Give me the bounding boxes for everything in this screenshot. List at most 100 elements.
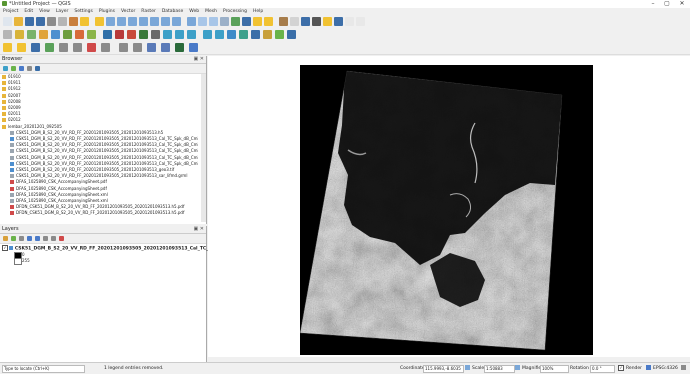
- annotation-icon[interactable]: [345, 17, 354, 26]
- new-project-icon[interactable]: [3, 17, 12, 26]
- collapse-all-icon[interactable]: [27, 66, 32, 71]
- zoom-native-icon[interactable]: [128, 17, 137, 26]
- plugin-icon[interactable]: [263, 30, 272, 39]
- menu-view[interactable]: View: [36, 8, 53, 15]
- cut-feature-icon[interactable]: [101, 43, 110, 52]
- add-feature-icon[interactable]: [45, 43, 54, 52]
- menu-database[interactable]: Database: [159, 8, 186, 15]
- browser-item[interactable]: 02008: [2, 99, 21, 104]
- vertex-tool-icon[interactable]: [59, 43, 68, 52]
- deselect-icon[interactable]: [264, 17, 273, 26]
- help-icon[interactable]: [287, 30, 296, 39]
- panel-float-close-icon[interactable]: ▣ ✕: [193, 226, 204, 233]
- zoom-out-icon[interactable]: [117, 17, 126, 26]
- messages-icon[interactable]: [681, 365, 686, 370]
- open-project-icon[interactable]: [14, 17, 23, 26]
- render-checkbox[interactable]: ✓: [618, 365, 624, 371]
- zoom-to-layer-icon[interactable]: [161, 17, 170, 26]
- menu-raster[interactable]: Raster: [138, 8, 159, 15]
- menu-plugins[interactable]: Plugins: [96, 8, 118, 15]
- zoom-last-icon[interactable]: [172, 17, 181, 26]
- zoom-full-icon[interactable]: [139, 17, 148, 26]
- panel-float-close-icon[interactable]: ▣ ✕: [193, 56, 204, 63]
- raster-calc-icon[interactable]: [175, 43, 184, 52]
- add-raster-icon[interactable]: [51, 30, 60, 39]
- browser-item[interactable]: 01910: [2, 74, 21, 79]
- new-3d-view-icon[interactable]: [209, 17, 218, 26]
- add-arcgis-icon[interactable]: [227, 30, 236, 39]
- add-group-icon[interactable]: [11, 236, 16, 241]
- zoom-next-icon[interactable]: [187, 17, 196, 26]
- add-oracle-icon[interactable]: [127, 30, 136, 39]
- add-wfs-icon[interactable]: [187, 30, 196, 39]
- text-annotation-icon[interactable]: [356, 17, 365, 26]
- menu-web[interactable]: Web: [186, 8, 202, 15]
- style-manager-icon[interactable]: [69, 17, 78, 26]
- browser-item[interactable]: CSK51_DGM_B_S2_20_VV_RD_FF_2020120109350…: [10, 167, 174, 172]
- layout-manager-icon[interactable]: [58, 17, 67, 26]
- browser-item[interactable]: CSK51_DGM_B_S2_20_VV_RD_FF_2020120109350…: [10, 173, 187, 179]
- browser-item[interactable]: 01912: [2, 86, 21, 92]
- move-feature-icon[interactable]: [73, 43, 82, 52]
- layer-name[interactable]: CSK51_DGM_B_S2_20_VV_RD_FF_2020120109350…: [15, 247, 237, 252]
- field-calc-icon[interactable]: [279, 17, 288, 26]
- coordinate-field[interactable]: 115.9993,-8.6035: [423, 365, 464, 373]
- save-as-icon[interactable]: [36, 17, 45, 26]
- browser-item[interactable]: CSK51_DGM_B_S2_20_VV_RD_FF_2020120109350…: [10, 142, 198, 148]
- add-db2-icon[interactable]: [139, 30, 148, 39]
- browser-item[interactable]: CSK51_DGM_B_S2_20_VV_RD_FF_2020120109350…: [10, 148, 198, 154]
- bookmark-icon[interactable]: [334, 17, 343, 26]
- menu-layer[interactable]: Layer: [53, 8, 72, 15]
- add-spatialite-icon[interactable]: [87, 30, 96, 39]
- browser-item[interactable]: 02012: [2, 117, 21, 123]
- zoom-in-icon[interactable]: [106, 17, 115, 26]
- menu-help[interactable]: Help: [250, 8, 266, 15]
- new-geopackage-icon[interactable]: [15, 30, 24, 39]
- add-mesh-icon[interactable]: [63, 30, 72, 39]
- maximize-button[interactable]: ▢: [660, 0, 674, 8]
- filter-icon[interactable]: [19, 66, 24, 71]
- add-wcs-icon[interactable]: [175, 30, 184, 39]
- add-postgis-icon[interactable]: [103, 30, 112, 39]
- magnifier-field[interactable]: 100%: [540, 365, 569, 373]
- toggle-editing-icon[interactable]: [17, 43, 26, 52]
- browser-item[interactable]: 02011: [2, 111, 21, 117]
- browser-item[interactable]: CSK51_DGM_B_S2_20_VV_RD_FF_2020120109350…: [10, 130, 163, 135]
- menu-project[interactable]: Project: [0, 8, 21, 15]
- browser-item[interactable]: DFAS_1025890_CSK_AccompanyingSheet.pdf: [10, 186, 107, 191]
- processing-toolbox-icon[interactable]: [275, 30, 284, 39]
- rotation-field[interactable]: 0.0 °: [590, 365, 615, 373]
- data-source-manager-icon[interactable]: [3, 30, 12, 39]
- browser-scrollbar[interactable]: [201, 74, 206, 222]
- browser-item[interactable]: DFAS_1025890_CSK_AccompanyingSheet.xml: [10, 192, 108, 197]
- map-tips-icon[interactable]: [323, 17, 332, 26]
- select-icon[interactable]: [253, 17, 262, 26]
- histogram-icon[interactable]: [189, 43, 198, 52]
- filter-expression-icon[interactable]: [35, 236, 40, 241]
- refresh-icon[interactable]: [3, 66, 8, 71]
- expand-all-icon[interactable]: [43, 236, 48, 241]
- menu-mesh[interactable]: Mesh: [202, 8, 220, 15]
- browser-item[interactable]: CSK51_DGM_B_S2_20_VV_RD_FF_2020120109350…: [10, 155, 198, 160]
- menu-vector[interactable]: Vector: [118, 8, 138, 15]
- redo-icon[interactable]: [161, 43, 170, 52]
- crs-icon[interactable]: [646, 365, 651, 370]
- scale-lock-icon[interactable]: [465, 365, 470, 370]
- manage-visibility-icon[interactable]: [19, 236, 24, 241]
- browser-item[interactable]: lembar_20201201_092505: [2, 124, 62, 129]
- statistics-icon[interactable]: [301, 17, 310, 26]
- pan-icon[interactable]: [80, 17, 89, 26]
- browser-item[interactable]: DFDN_CSK51_DGM_B_S2_20_VV_RD_FF_20201201…: [10, 210, 184, 216]
- add-xyz-icon[interactable]: [203, 30, 212, 39]
- menu-edit[interactable]: Edit: [21, 8, 36, 15]
- collapse-all-icon[interactable]: [51, 236, 56, 241]
- browser-item[interactable]: DFDN_CSK51_DGM_B_S2_20_VV_RD_FF_20201201…: [10, 204, 184, 210]
- layer-styling-icon[interactable]: [3, 236, 8, 241]
- save-project-icon[interactable]: [25, 17, 34, 26]
- measure-icon[interactable]: [312, 17, 321, 26]
- properties-icon[interactable]: [35, 66, 40, 71]
- save-edits-icon[interactable]: [31, 43, 40, 52]
- minimize-button[interactable]: –: [646, 0, 660, 8]
- browser-item[interactable]: CSK51_DGM_B_S2_20_VV_RD_FF_2020120109350…: [10, 136, 198, 141]
- browser-item[interactable]: 02007: [2, 93, 21, 98]
